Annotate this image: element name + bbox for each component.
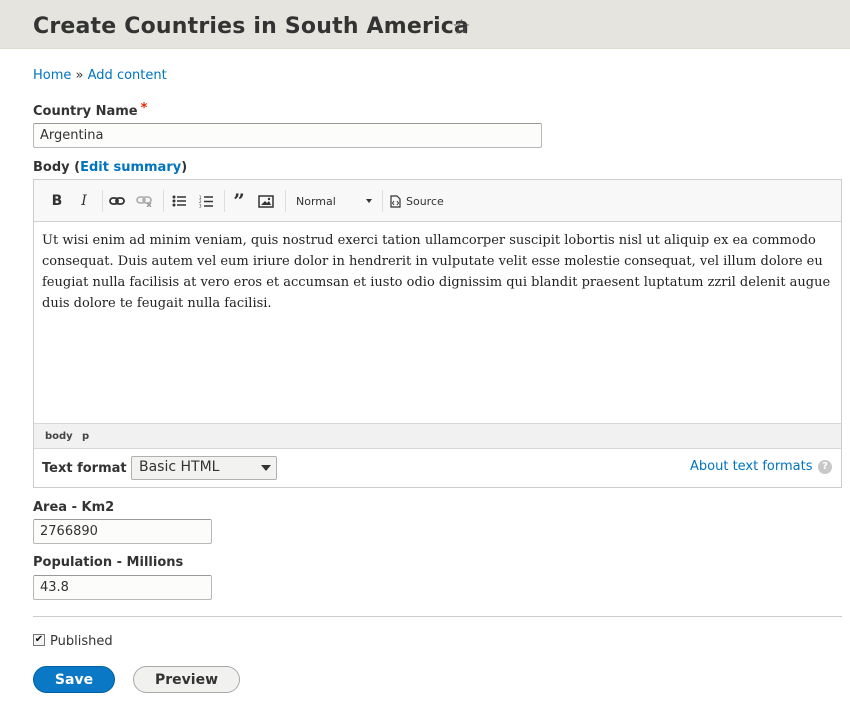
edit-summary-link[interactable]: Edit summary bbox=[80, 160, 181, 175]
toolbar-separator bbox=[224, 190, 225, 212]
breadcrumb-add-content-link[interactable]: Add content bbox=[88, 68, 167, 83]
editor-toolbar: B I 123 ” Normal Source bbox=[34, 180, 841, 222]
text-format-row: Text format Basic HTML About text format… bbox=[34, 449, 841, 487]
body-label: Body (Edit summary) bbox=[33, 160, 188, 175]
breadcrumb-home-link[interactable]: Home bbox=[33, 68, 71, 83]
population-input[interactable] bbox=[33, 575, 212, 600]
help-icon[interactable]: ? bbox=[818, 460, 832, 474]
published-label: Published bbox=[50, 634, 113, 649]
body-label-text: Body bbox=[33, 160, 70, 175]
italic-icon[interactable]: I bbox=[75, 190, 93, 212]
required-marker: * bbox=[140, 101, 148, 116]
country-name-label: Country Name * bbox=[33, 101, 148, 119]
body-editor: B I 123 ” Normal Source Ut wisi enim ad … bbox=[33, 179, 842, 488]
about-text-formats-link[interactable]: About text formats bbox=[690, 459, 813, 474]
breadcrumb: Home » Add content bbox=[33, 68, 167, 83]
country-name-label-text: Country Name bbox=[33, 104, 138, 119]
page-title: Create Countries in South America bbox=[33, 14, 470, 39]
bold-icon[interactable]: B bbox=[48, 190, 66, 212]
preview-button[interactable]: Preview bbox=[133, 666, 240, 693]
svg-text:3: 3 bbox=[199, 203, 202, 208]
text-format-label: Text format bbox=[42, 461, 127, 476]
page-header: Create Countries in South America ☆ bbox=[0, 0, 850, 49]
editor-content-area[interactable]: Ut wisi enim ad minim veniam, quis nostr… bbox=[42, 230, 832, 314]
toolbar-separator bbox=[163, 190, 164, 212]
element-path-bar: body p bbox=[34, 423, 841, 449]
toolbar-separator bbox=[382, 190, 383, 212]
country-name-input[interactable] bbox=[33, 123, 542, 148]
star-outline-icon[interactable]: ☆ bbox=[452, 17, 471, 38]
path-p-element[interactable]: p bbox=[82, 431, 89, 442]
toolbar-separator bbox=[285, 190, 286, 212]
unlink-icon[interactable] bbox=[135, 190, 153, 212]
blockquote-icon[interactable]: ” bbox=[230, 189, 248, 213]
paragraph-format-select[interactable]: Normal bbox=[290, 190, 376, 212]
numbered-list-icon[interactable]: 123 bbox=[197, 190, 215, 212]
source-button[interactable]: Source bbox=[390, 190, 450, 212]
image-icon[interactable] bbox=[257, 190, 275, 212]
paragraph-format-value: Normal bbox=[296, 194, 336, 208]
population-label: Population - Millions bbox=[33, 555, 184, 570]
source-button-label: Source bbox=[406, 194, 444, 208]
toolbar-separator bbox=[102, 190, 103, 212]
save-button[interactable]: Save bbox=[33, 666, 115, 693]
text-format-select[interactable]: Basic HTML bbox=[131, 456, 277, 480]
area-label: Area - Km2 bbox=[33, 500, 115, 515]
published-checkbox[interactable]: ✔ bbox=[33, 634, 45, 646]
body-paragraph: Ut wisi enim ad minim veniam, quis nostr… bbox=[42, 233, 831, 311]
path-body-element[interactable]: body bbox=[45, 431, 73, 442]
form-divider bbox=[33, 616, 842, 617]
chevron-down-icon bbox=[261, 465, 271, 471]
area-input[interactable] bbox=[33, 519, 212, 544]
breadcrumb-separator: » bbox=[75, 68, 84, 83]
source-icon bbox=[390, 194, 401, 208]
link-icon[interactable] bbox=[108, 190, 126, 212]
text-format-value: Basic HTML bbox=[139, 459, 220, 475]
bulleted-list-icon[interactable] bbox=[170, 190, 188, 212]
chevron-down-icon bbox=[366, 199, 372, 203]
